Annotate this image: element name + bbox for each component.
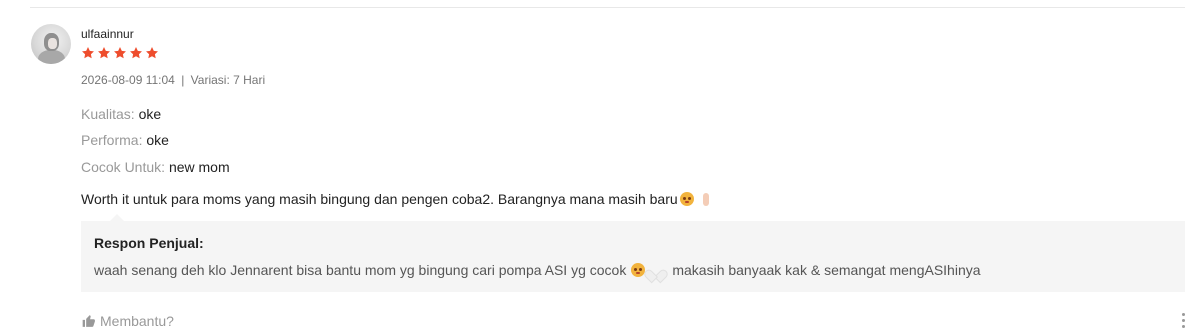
seller-reply-title: Respon Penjual: — [94, 235, 204, 251]
white-heart-emoji-icon — [649, 264, 662, 276]
seller-reply: Respon Penjual: waah senang deh klo Jenn… — [81, 221, 1185, 292]
divider — [30, 7, 1185, 8]
seller-reply-text-part1: waah senang deh klo Jennarent bisa bantu… — [94, 262, 627, 278]
review-comment-text: Worth it untuk para moms yang masih bing… — [81, 191, 678, 207]
seller-reply-text-part2: makasih banyaak kak & semangat mengASIhi… — [672, 262, 981, 278]
review-meta: 2026-08-09 11:04 | Variasi: 7 Hari — [81, 73, 265, 87]
thumbs-up-icon — [82, 315, 95, 327]
username[interactable]: ulfaainnur — [81, 27, 134, 41]
star-icon — [98, 47, 110, 59]
more-options-button[interactable] — [1180, 313, 1186, 329]
attribute-key: Performa: — [81, 132, 143, 148]
star-rating — [81, 46, 159, 60]
attribute-value: new mom — [168, 159, 230, 175]
attribute-key: Cocok Untuk: — [81, 159, 166, 175]
attribute-key: Kualitas: — [81, 106, 135, 122]
more-vertical-icon — [1181, 313, 1185, 316]
helpful-label: Membantu? — [100, 313, 174, 329]
teary-face-emoji-icon — [679, 192, 694, 206]
attribute-value: oke — [146, 132, 169, 148]
attribute-quality: Kualitas: oke — [81, 106, 161, 122]
review-comment: Worth it untuk para moms yang masih bing… — [81, 191, 712, 207]
meta-separator: | — [181, 73, 185, 87]
reply-pointer — [110, 214, 124, 221]
star-icon — [130, 47, 142, 59]
seller-reply-text: waah senang deh klo Jennarent bisa bantu… — [94, 262, 981, 278]
review-timestamp: 2026-08-09 11:04 — [81, 73, 175, 87]
star-icon — [114, 47, 126, 59]
user-avatar[interactable] — [31, 24, 71, 64]
review-variant: Variasi: 7 Hari — [190, 73, 266, 87]
pinched-hand-emoji-icon — [700, 192, 712, 207]
attribute-suitable-for: Cocok Untuk: new mom — [81, 159, 230, 175]
attribute-value: oke — [138, 106, 162, 122]
star-icon — [146, 47, 158, 59]
star-icon — [82, 47, 94, 59]
attribute-performance: Performa: oke — [81, 132, 169, 148]
helpful-button[interactable]: Membantu? — [81, 313, 174, 329]
